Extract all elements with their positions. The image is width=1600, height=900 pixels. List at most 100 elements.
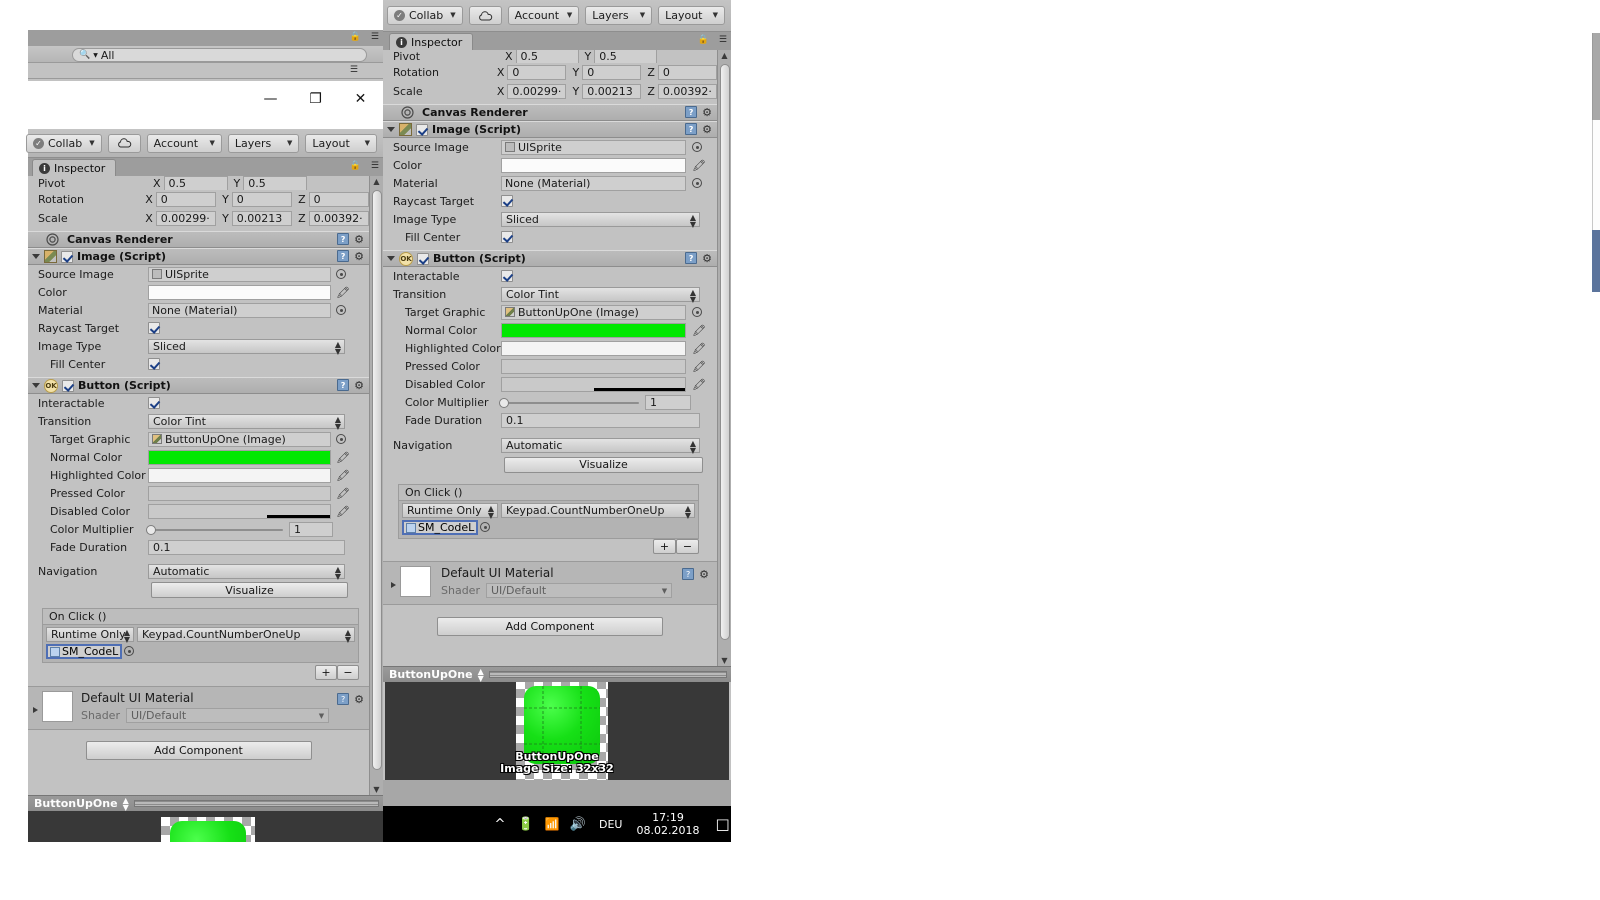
interactable-checkbox-main[interactable]: [501, 270, 513, 282]
account-button[interactable]: Account ▼: [147, 134, 222, 153]
on-click-mode-dropdown-main[interactable]: Runtime Only ▲▼: [402, 503, 498, 518]
color-multiplier-slider[interactable]: [146, 523, 283, 535]
updown-icon-preview-front[interactable]: ▲▼: [123, 797, 129, 811]
collab-button[interactable]: ✓ Collab ▼: [26, 134, 102, 153]
inspector-scrollbar-main[interactable]: ▲ ▼: [717, 50, 731, 666]
on-click-object-field[interactable]: SM_CodeL: [46, 644, 122, 659]
pressed-color-swatch[interactable]: [148, 486, 331, 501]
pressed-color-swatch-main[interactable]: [501, 359, 686, 374]
scale-z-field-main[interactable]: 0.00392·: [658, 84, 717, 99]
remove-listener-button-main[interactable]: −: [676, 539, 699, 554]
transition-dropdown-main[interactable]: Color Tint ▲▼: [501, 287, 700, 302]
eyedropper-icon-normal-main[interactable]: 🖍: [692, 324, 704, 336]
target-graphic-picker-icon-main[interactable]: [692, 307, 702, 317]
source-image-field-main[interactable]: UISprite: [501, 140, 686, 155]
highlighted-color-swatch-main[interactable]: [501, 341, 686, 356]
triangle-right-icon[interactable]: [33, 707, 38, 713]
component-header-button[interactable]: OK Button (Script) ? ⚙: [28, 377, 369, 394]
lock-icon-main[interactable]: 🔒: [698, 35, 709, 45]
wifi-icon[interactable]: 📶: [539, 817, 565, 831]
raycast-target-checkbox-main[interactable]: [501, 195, 513, 207]
gear-icon-button[interactable]: ⚙: [354, 379, 364, 392]
component-header-button-main[interactable]: OK Button (Script) ? ⚙: [383, 250, 717, 267]
scale-y-field-main[interactable]: 0.00213: [582, 84, 641, 99]
search-input[interactable]: 🔍 ▼ All: [72, 48, 367, 62]
foldout-icon-button-main[interactable]: [387, 256, 395, 261]
on-click-mode-dropdown[interactable]: Runtime Only ▲▼: [46, 627, 134, 642]
fill-center-checkbox-main[interactable]: [501, 231, 513, 243]
chevron-up-icon[interactable]: ^: [487, 817, 513, 832]
layers-button[interactable]: Layers ▼: [228, 134, 300, 153]
help-icon-material-main[interactable]: ?: [682, 568, 694, 580]
shader-dropdown-main[interactable]: UI/Default ▼: [486, 583, 672, 598]
fade-duration-field-main[interactable]: 0.1: [501, 413, 700, 428]
slider-knob[interactable]: [146, 525, 156, 535]
gear-icon-canvas-main[interactable]: ⚙: [702, 106, 712, 119]
close-button[interactable]: ✕: [338, 84, 383, 114]
scroll-thumb-front[interactable]: [372, 190, 382, 770]
remove-listener-button[interactable]: −: [337, 665, 359, 680]
image-enabled-checkbox-main[interactable]: [416, 124, 428, 136]
eyedropper-icon-normal[interactable]: 🖍: [336, 451, 348, 463]
hamburger-icon[interactable]: ☰: [371, 32, 378, 42]
pivot-x-field-main[interactable]: 0.5: [516, 50, 579, 63]
hamburger-icon-front[interactable]: ☰: [371, 161, 378, 171]
scroll-down-arrow[interactable]: ▼: [370, 785, 383, 794]
eyedropper-icon-color[interactable]: 🖍: [336, 286, 348, 298]
disabled-color-swatch[interactable]: [148, 504, 331, 519]
fade-duration-field[interactable]: 0.1: [148, 540, 345, 555]
gear-icon-button-main[interactable]: ⚙: [702, 252, 712, 265]
target-graphic-picker-icon[interactable]: [336, 434, 346, 444]
gear-icon-image[interactable]: ⚙: [354, 250, 364, 263]
source-image-field[interactable]: UISprite: [148, 267, 331, 282]
layers-button-main[interactable]: Layers ▼: [585, 6, 652, 25]
lock-icon[interactable]: 🔒: [350, 32, 361, 42]
eyedropper-icon-highlighted[interactable]: 🖍: [336, 469, 348, 481]
component-header-canvas-renderer-main[interactable]: Canvas Renderer ? ⚙: [383, 104, 717, 121]
minimize-button[interactable]: —: [248, 84, 293, 114]
maximize-button[interactable]: ❐: [293, 84, 338, 114]
on-click-function-dropdown[interactable]: Keypad.CountNumberOneUp ▲▼: [137, 627, 355, 642]
image-type-dropdown[interactable]: Sliced ▲▼: [148, 339, 345, 354]
rotation-y-field[interactable]: 0: [232, 192, 292, 207]
add-listener-button-main[interactable]: +: [653, 539, 676, 554]
account-button-main[interactable]: Account ▼: [508, 6, 580, 25]
scroll-down-arrow-main[interactable]: ▼: [718, 656, 731, 665]
material-picker-icon[interactable]: [336, 305, 346, 315]
collab-button-main[interactable]: ✓ Collab ▼: [387, 6, 463, 25]
fill-center-checkbox[interactable]: [148, 358, 160, 370]
disabled-color-swatch-main[interactable]: [501, 377, 686, 392]
material-field-main[interactable]: None (Material): [501, 176, 686, 191]
visualize-button[interactable]: Visualize: [151, 582, 348, 598]
pivot-y-field-main[interactable]: 0.5: [594, 50, 657, 63]
raycast-target-checkbox[interactable]: [148, 322, 160, 334]
normal-color-swatch[interactable]: [148, 450, 331, 465]
help-icon-button[interactable]: ?: [337, 379, 349, 391]
rotation-y-field-main[interactable]: 0: [582, 65, 641, 80]
on-click-object-field-main[interactable]: SM_CodeL: [402, 520, 478, 535]
target-graphic-field-main[interactable]: ButtonUpOne (Image): [501, 305, 686, 320]
source-image-picker-icon[interactable]: [336, 269, 346, 279]
foldout-icon-image-main[interactable]: [387, 127, 395, 132]
highlighted-color-swatch[interactable]: [148, 468, 331, 483]
notification-icon[interactable]: □: [715, 815, 729, 833]
material-picker-icon-main[interactable]: [692, 178, 702, 188]
button-enabled-checkbox[interactable]: [62, 380, 74, 392]
preview-drag-handle-main[interactable]: [489, 671, 727, 678]
preview-header-main[interactable]: ButtonUpOne ▲▼: [383, 666, 731, 682]
scroll-up-arrow-main[interactable]: ▲: [718, 51, 731, 60]
battery-icon[interactable]: 🔋: [513, 817, 539, 832]
color-multiplier-field[interactable]: 1: [289, 522, 333, 537]
eyedropper-icon-highlighted-main[interactable]: 🖍: [692, 342, 704, 354]
updown-icon-preview-main[interactable]: ▲▼: [478, 668, 484, 682]
gear-icon-image-main[interactable]: ⚙: [702, 123, 712, 136]
gear-icon-material-main[interactable]: ⚙: [699, 568, 709, 581]
help-icon-canvas-main[interactable]: ?: [685, 106, 697, 118]
scroll-up-arrow[interactable]: ▲: [370, 177, 383, 186]
on-click-object-picker-icon[interactable]: [124, 646, 134, 656]
scale-z-field[interactable]: 0.00392·: [309, 211, 369, 226]
lock-icon-front[interactable]: 🔒: [350, 161, 361, 171]
navigation-dropdown[interactable]: Automatic ▲▼: [148, 564, 345, 579]
help-icon-button-main[interactable]: ?: [685, 252, 697, 264]
image-type-dropdown-main[interactable]: Sliced ▲▼: [501, 212, 700, 227]
